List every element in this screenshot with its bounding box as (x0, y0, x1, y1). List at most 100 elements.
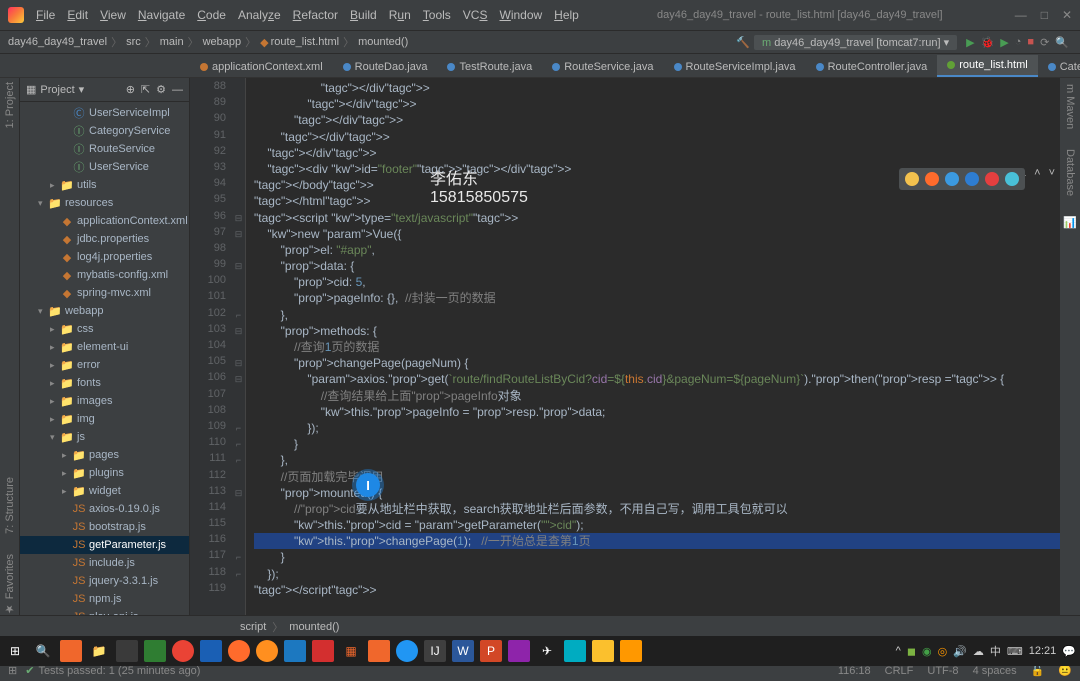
start-button[interactable]: ⊞ (4, 640, 26, 662)
tree-item[interactable]: ◆jdbc.properties (20, 230, 189, 248)
code-editor[interactable]: 8889909192939495969798991001011021031041… (190, 78, 1080, 615)
task-icon-14[interactable] (592, 640, 614, 662)
menu-view[interactable]: View (94, 8, 132, 22)
task-icon-15[interactable] (620, 640, 642, 662)
tree-item[interactable]: ▸📁fonts (20, 374, 189, 392)
rail-maven[interactable]: m Maven (1064, 84, 1076, 129)
editor-tab[interactable]: RouteController.java (806, 57, 938, 77)
task-icon-11[interactable] (508, 640, 530, 662)
crumb-4[interactable]: route_list.html (271, 36, 339, 48)
search-icon[interactable]: 🔍 (1055, 36, 1069, 49)
tree-item[interactable]: ◆log4j.properties (20, 248, 189, 266)
task-icon-7[interactable] (312, 640, 334, 662)
tree-item[interactable]: ▾📁resources (20, 194, 189, 212)
search-taskbar[interactable]: 🔍 (32, 640, 54, 662)
chevron-up-icon[interactable]: ˄ (1034, 167, 1040, 179)
project-tree[interactable]: ⒸUserServiceImplⒾCategoryServiceⒾRouteSe… (20, 102, 189, 615)
editor-crumb-1[interactable]: mounted() (289, 621, 339, 633)
tree-item[interactable]: ◆spring-mvc.xml (20, 284, 189, 302)
taskbar-clock[interactable]: 12:21 (1029, 645, 1057, 657)
run-button-icon[interactable]: ▶ (966, 36, 974, 49)
tree-item[interactable]: JSinclude.js (20, 554, 189, 572)
task-icon-13[interactable] (564, 640, 586, 662)
ppt-icon[interactable]: P (480, 640, 502, 662)
tree-item[interactable]: ⒾRouteService (20, 140, 189, 158)
tree-item[interactable]: JSbootstrap.js (20, 518, 189, 536)
ie-icon[interactable] (945, 172, 959, 186)
settings-icon[interactable]: ⚙ (156, 83, 166, 96)
tree-item[interactable]: ▸📁error (20, 356, 189, 374)
crumb-1[interactable]: src (126, 36, 141, 48)
rail-project[interactable]: 1: Project (4, 82, 16, 128)
menu-window[interactable]: Window (493, 8, 548, 22)
safari-icon[interactable] (965, 172, 979, 186)
locate-icon[interactable]: ⊕ (126, 83, 135, 96)
rail-database[interactable]: Database (1064, 149, 1076, 196)
editor-tab[interactable]: route_list.html (937, 55, 1037, 77)
menu-refactor[interactable]: Refactor (287, 8, 344, 22)
tree-item[interactable]: JSnpm.js (20, 590, 189, 608)
chrome-icon[interactable] (905, 172, 919, 186)
task-icon-5[interactable] (256, 640, 278, 662)
intellij-task-icon[interactable]: IJ (424, 640, 446, 662)
tree-item[interactable]: JSplay-ani.js (20, 608, 189, 615)
tree-item[interactable]: ▸📁plugins (20, 464, 189, 482)
menu-tools[interactable]: Tools (417, 8, 457, 22)
hide-icon[interactable]: — (172, 84, 183, 96)
system-tray[interactable]: ^ ◼ ◉ ◎ 🔊 ☁ 中 ⌨ 12:21 💬 (896, 643, 1076, 659)
task-icon-4[interactable] (200, 640, 222, 662)
crumb-5[interactable]: mounted() (358, 36, 408, 48)
editor-tab[interactable]: RouteService.java (542, 57, 663, 77)
editor-tab[interactable]: TestRoute.java (437, 57, 542, 77)
task-icon-1[interactable] (60, 640, 82, 662)
task-icon-3[interactable] (144, 640, 166, 662)
editor-tab[interactable]: applicationContext.xml (190, 57, 333, 77)
task-icon-12[interactable]: ✈ (536, 640, 558, 662)
tree-item[interactable]: ◆applicationContext.xml (20, 212, 189, 230)
menu-build[interactable]: Build (344, 8, 383, 22)
crumb-2[interactable]: main (160, 36, 184, 48)
close-icon[interactable]: ✕ (1062, 8, 1072, 22)
rail-favorites[interactable]: ★ Favorites (3, 554, 16, 615)
editor-tab[interactable]: RouteServiceImpl.java (664, 57, 806, 77)
task-icon-9[interactable] (368, 640, 390, 662)
editor-tab[interactable]: RouteDao.java (333, 57, 438, 77)
line-separator[interactable]: CRLF (885, 665, 914, 677)
cursor-position[interactable]: 116:18 (838, 665, 871, 677)
fold-gutter[interactable]: ⊟⊟⊟⌐⊟⊟⊟⌐⌐⌐⊟⌐⌐ (232, 78, 246, 615)
tree-item[interactable]: ▸📁pages (20, 446, 189, 464)
crumb-0[interactable]: day46_day49_travel (8, 36, 107, 48)
task-icon-6[interactable] (284, 640, 306, 662)
chevron-down-icon[interactable]: ˅ (1049, 167, 1055, 179)
chrome-task-icon[interactable] (172, 640, 194, 662)
tree-item[interactable]: ▸📁utils (20, 176, 189, 194)
rail-structure[interactable]: 7: Structure (4, 477, 16, 534)
tree-item[interactable]: ▸📁widget (20, 482, 189, 500)
git-icon[interactable]: ⟳ (1040, 36, 1049, 49)
tree-item[interactable]: JSaxios-0.19.0.js (20, 500, 189, 518)
profiler-button-icon[interactable]: ◔ (1015, 36, 1022, 48)
tree-item[interactable]: JSjquery-3.3.1.js (20, 572, 189, 590)
tree-item[interactable]: ▾📁js (20, 428, 189, 446)
crumb-3[interactable]: webapp (203, 36, 242, 48)
hammer-icon[interactable]: 🔨 (736, 36, 750, 49)
collapse-icon[interactable]: ⇱ (141, 83, 150, 96)
edge-icon[interactable] (1005, 172, 1019, 186)
tree-item[interactable]: ▸📁img (20, 410, 189, 428)
word-icon[interactable]: W (452, 640, 474, 662)
editor-crumb-0[interactable]: script (240, 621, 266, 633)
rail-sciview[interactable]: 📊 (1064, 216, 1077, 229)
file-encoding[interactable]: UTF-8 (927, 665, 958, 677)
file-explorer-icon[interactable]: 📁 (88, 640, 110, 662)
menu-navigate[interactable]: Navigate (132, 8, 191, 22)
task-icon-2[interactable] (116, 640, 138, 662)
tree-item[interactable]: ▾📁webapp (20, 302, 189, 320)
indent-setting[interactable]: 4 spaces (973, 665, 1017, 677)
tree-item[interactable]: ◆mybatis-config.xml (20, 266, 189, 284)
maximize-icon[interactable]: □ (1041, 8, 1048, 22)
menu-vcs[interactable]: VCS (457, 8, 494, 22)
firefox-icon[interactable] (925, 172, 939, 186)
opera-icon[interactable] (985, 172, 999, 186)
menu-code[interactable]: Code (191, 8, 232, 22)
task-icon-8[interactable]: ▦ (340, 640, 362, 662)
